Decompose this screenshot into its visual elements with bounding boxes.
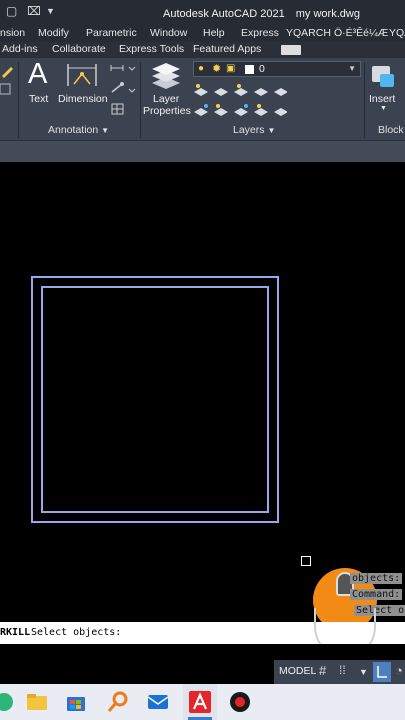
layers-panel-label: Layers [233, 124, 265, 136]
model-space-button[interactable]: MODEL [279, 665, 316, 677]
menu-item-help[interactable]: Help [203, 27, 225, 39]
drawing-canvas[interactable]: objects: Command: Select ob [0, 162, 405, 632]
ribbon-tab-bar: Add-ins Collaborate Express Tools Featur… [0, 42, 405, 58]
layer-tool-grid[interactable] [192, 82, 287, 122]
screen-recorder-icon[interactable] [228, 690, 252, 714]
panel-separator [140, 62, 141, 138]
layer-properties-label-1: Layer [153, 93, 180, 105]
file-tab-strip [0, 140, 405, 162]
tab-express-tools[interactable]: Express Tools [119, 43, 184, 55]
command-history-line: objects: [350, 573, 403, 584]
edge-icon[interactable] [0, 690, 16, 714]
panel-separator [18, 62, 19, 138]
annotation-small-tools[interactable] [110, 64, 136, 120]
annotation-panel-title[interactable]: Annotation ▼ [48, 124, 109, 136]
command-prompt: Select objects: [31, 627, 122, 638]
polar-icon[interactable]: ◔ [395, 663, 403, 678]
chevron-down-icon[interactable]: ▼ [380, 105, 387, 112]
menu-item-parametric[interactable]: Parametric [86, 27, 137, 39]
tab-collaborate[interactable]: Collaborate [52, 43, 106, 55]
layers-panel-title[interactable]: Layers ▼ [233, 124, 275, 136]
ribbon: A Text Dimension Annotation ▼ Layer Prop… [0, 58, 405, 140]
lock-icon: ▣ [226, 63, 236, 74]
lightbulb-icon: ● [198, 63, 205, 74]
current-layer-name: 0 [259, 63, 265, 75]
grid-icon[interactable]: # [319, 663, 326, 678]
search-icon[interactable] [106, 690, 130, 714]
layer-dropdown[interactable]: ● ✹ ▣ 0 ▼ [193, 61, 361, 77]
layer-properties-icon[interactable] [150, 61, 182, 91]
status-bar: MODEL # ⁞⁞ ▼ ◔ [0, 644, 405, 684]
menu-item-yqarch[interactable]: YQARCH [286, 27, 331, 39]
menu-item-express[interactable]: Express [241, 27, 279, 39]
command-name: RKILL [0, 627, 31, 638]
dimension-icon[interactable] [66, 62, 98, 88]
command-history-line: Command: [350, 589, 403, 600]
snap-icon[interactable]: ⁞⁞ [339, 663, 346, 677]
taskbar [0, 684, 405, 720]
microsoft-store-icon[interactable] [64, 690, 88, 714]
workspace-toggle-button[interactable] [281, 45, 301, 55]
app-name: Autodesk AutoCAD 2021 [163, 8, 285, 20]
menu-bar: nsion Modify Parametric Window Help Expr… [0, 26, 405, 42]
insert-label: Insert [369, 93, 396, 105]
window-title: Autodesk AutoCAD 2021 my work.dwg [163, 8, 360, 20]
menu-item-window[interactable]: Window [150, 27, 187, 39]
menu-item-dimension[interactable]: nsion [0, 27, 25, 39]
quick-access-icon[interactable]: ▢ [6, 4, 17, 18]
chevron-down-icon[interactable]: ▼ [359, 667, 368, 677]
panel-separator [364, 62, 365, 138]
pickbox-cursor [301, 556, 311, 566]
mail-icon[interactable] [146, 690, 170, 714]
ortho-button[interactable] [373, 662, 391, 682]
menu-item-modify[interactable]: Modify [38, 27, 69, 39]
tab-add-ins[interactable]: Add-ins [2, 43, 38, 55]
text-tool-label: Text [29, 93, 49, 105]
tab-featured-apps[interactable]: Featured Apps [193, 43, 261, 55]
quick-access-dropdown-icon[interactable]: ▼ [46, 6, 55, 16]
block-panel-title[interactable]: Block [378, 124, 404, 136]
insert-block-icon[interactable] [368, 62, 398, 90]
chevron-down-icon: ▼ [348, 64, 356, 73]
menu-item-yqa[interactable]: YQA [389, 27, 405, 39]
layer-color-swatch [245, 65, 254, 74]
autocad-icon[interactable] [188, 690, 212, 714]
text-a-icon: A [28, 58, 48, 90]
quick-access-undo-icon[interactable]: ⌧ [27, 4, 41, 18]
file-tab[interactable] [0, 141, 405, 162]
file-explorer-icon[interactable] [25, 690, 49, 714]
annotation-panel-label: Annotation [48, 124, 99, 136]
layer-properties-label-2: Properties [143, 105, 191, 117]
dimension-tool-label: Dimension [58, 93, 108, 105]
inner-rectangle[interactable] [41, 286, 269, 513]
sun-icon: ✹ [212, 63, 222, 75]
document-name: my work.dwg [295, 8, 360, 20]
ortho-icon [377, 666, 387, 678]
chevron-down-icon: ▼ [101, 126, 110, 135]
pencil-icon[interactable] [0, 64, 14, 98]
chevron-down-icon: ▼ [267, 126, 276, 135]
title-bar: ▢ ⌧ ▼ Autodesk AutoCAD 2021 my work.dwg [0, 0, 405, 26]
menu-item-custom[interactable]: Ö·É³Êé¼Æ [334, 27, 388, 39]
